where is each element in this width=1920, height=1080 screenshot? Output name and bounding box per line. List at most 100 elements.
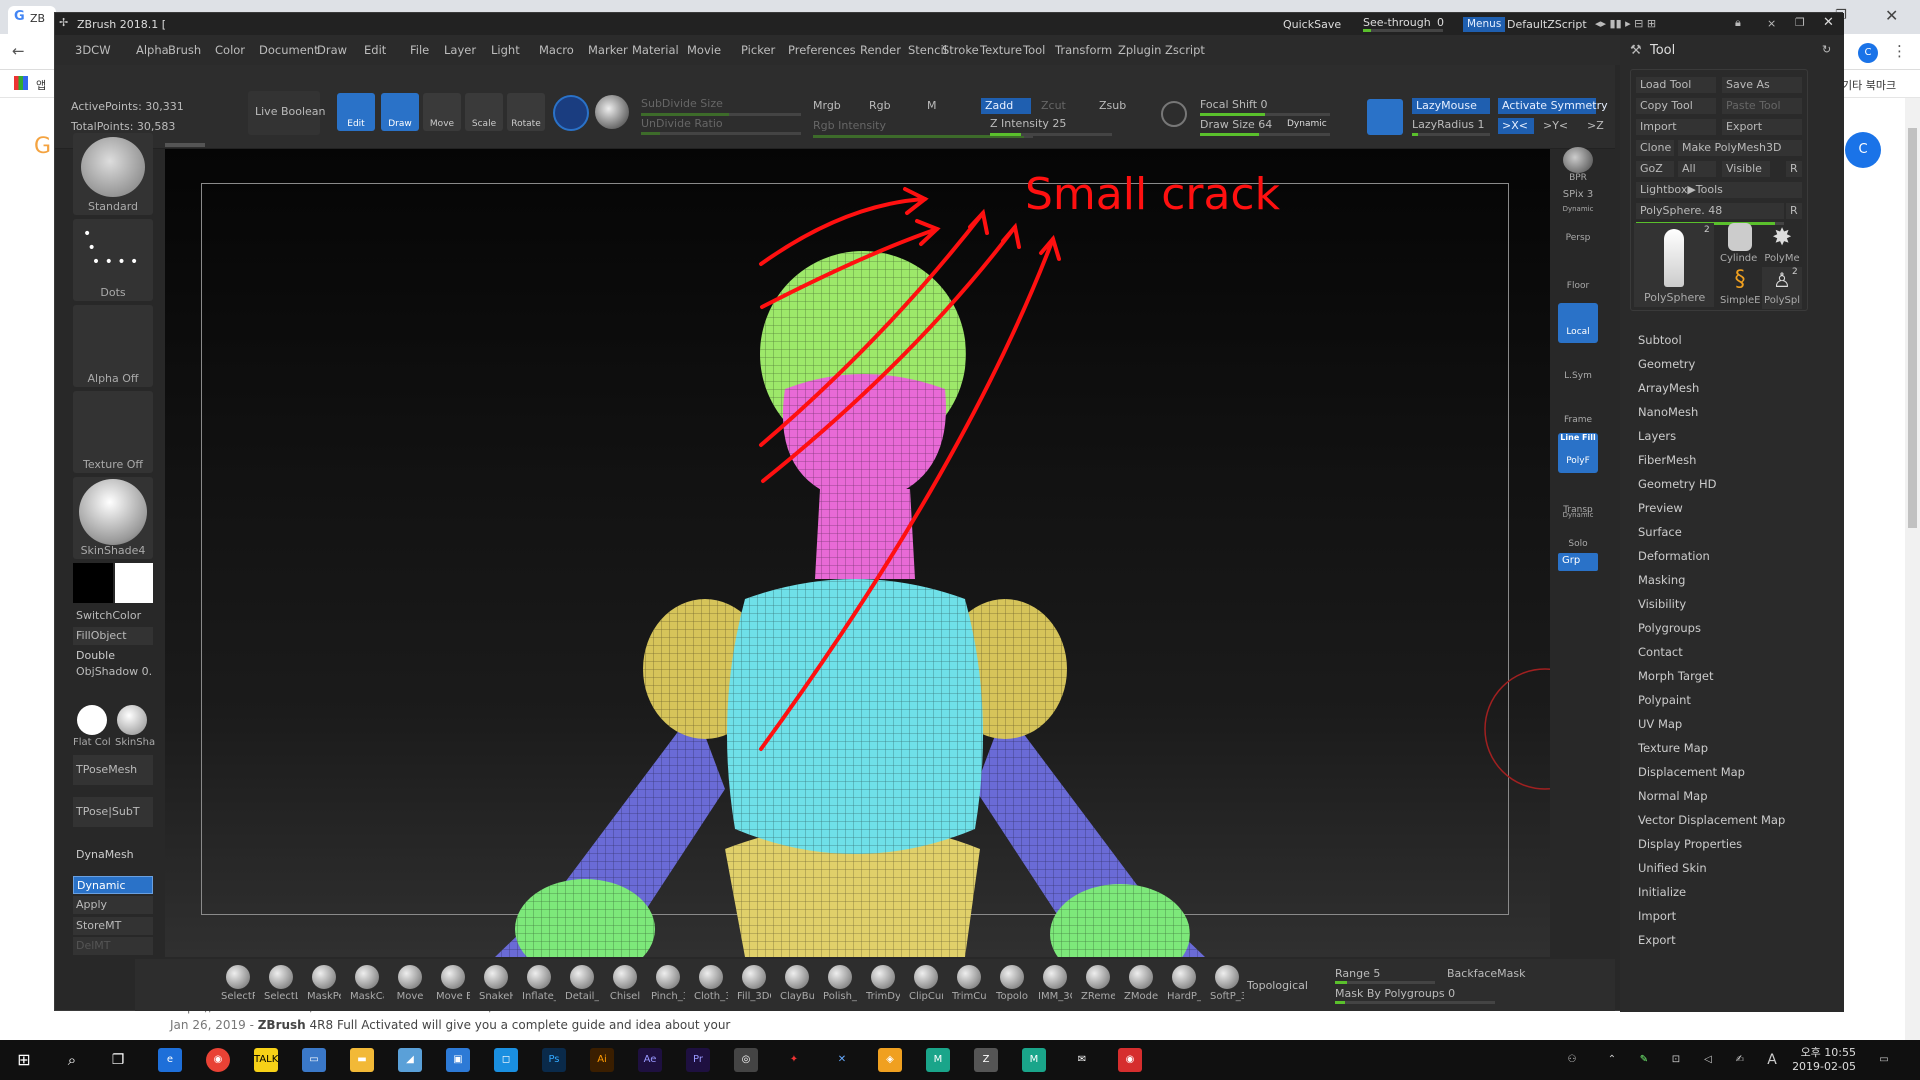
document-canvas[interactable]: Small crack: [165, 143, 1550, 957]
menu-alpha[interactable]: Alpha: [136, 43, 169, 57]
tool-btn-4-3[interactable]: R: [1786, 161, 1802, 177]
brush-zmodel[interactable]: ZModel: [1124, 965, 1158, 1009]
canvas-scroll-indicator[interactable]: [165, 143, 205, 147]
rgb-button[interactable]: Rgb: [869, 99, 891, 112]
layout-icons[interactable]: ◂▸ ▮▮ ▸ ⊟ ⊞: [1595, 17, 1656, 30]
scrollbar-thumb[interactable]: [1908, 128, 1917, 528]
texture-button[interactable]: Texture Off: [73, 391, 153, 473]
app-icon-8[interactable]: ◉: [1118, 1048, 1142, 1072]
seethrough-label[interactable]: See-through: [1363, 16, 1431, 29]
subpalette-initialize[interactable]: Initialize: [1638, 885, 1686, 899]
lazymouse-button[interactable]: LazyMouse: [1412, 98, 1490, 114]
subpalette-unified-skin[interactable]: Unified Skin: [1638, 861, 1707, 875]
side-avatar[interactable]: C: [1845, 132, 1881, 168]
mask-by-polygroups-track[interactable]: [1335, 1001, 1495, 1004]
subpalette-visibility[interactable]: Visibility: [1638, 597, 1686, 611]
mask-by-polygroups-slider[interactable]: Mask By Polygroups 0: [1335, 987, 1455, 1000]
task-view-icon[interactable]: ❐: [106, 1048, 130, 1072]
polysphere-thumb[interactable]: PolySphere 2: [1634, 223, 1714, 307]
menu-light[interactable]: Light: [491, 43, 520, 57]
kakaotalk-icon[interactable]: TALK: [254, 1048, 278, 1072]
scale-button[interactable]: Scale: [465, 93, 503, 131]
brush-fill-3dc[interactable]: Fill_3DC: [737, 965, 771, 1009]
subpalette-fibermesh[interactable]: FiberMesh: [1638, 453, 1696, 467]
subpalette-vector-displacement-map[interactable]: Vector Displacement Map: [1638, 813, 1785, 827]
menu-layer[interactable]: Layer: [444, 43, 476, 57]
volume-icon[interactable]: ◁: [1696, 1048, 1720, 1072]
subpalette-preview[interactable]: Preview: [1638, 501, 1683, 515]
dynamesh-button[interactable]: DynaMesh: [73, 841, 153, 869]
brush-trimcu[interactable]: TrimCu: [952, 965, 986, 1009]
bpr-button[interactable]: BPR: [1558, 147, 1598, 187]
undivide-slider[interactable]: [641, 132, 801, 135]
tool-btn-6-0[interactable]: PolySphere. 48: [1636, 203, 1784, 219]
lsym-button[interactable]: L.Sym: [1558, 347, 1598, 387]
seethrough-slider[interactable]: [1363, 29, 1443, 32]
delmt-button[interactable]: DelMT: [73, 937, 153, 955]
zcut-button[interactable]: Zcut: [1041, 99, 1066, 112]
menu-color[interactable]: Color: [215, 43, 245, 57]
menu-draw[interactable]: Draw: [317, 43, 347, 57]
symmetry-x-button[interactable]: >X<: [1498, 118, 1534, 134]
topological-toggle[interactable]: Topological: [1247, 979, 1308, 992]
brush-softp-3[interactable]: SoftP_3: [1210, 965, 1244, 1009]
standard-brush-button[interactable]: Standard: [73, 133, 153, 215]
profile-avatar[interactable]: C: [1858, 43, 1878, 63]
subpalette-masking[interactable]: Masking: [1638, 573, 1685, 587]
brush-topolo[interactable]: Topolo: [995, 965, 1029, 1009]
fillobject-button[interactable]: FillObject: [73, 627, 153, 645]
tool-btn-0-1[interactable]: Save As: [1722, 77, 1802, 93]
store-icon[interactable]: ▣: [446, 1048, 470, 1072]
menu-edit[interactable]: Edit: [364, 43, 386, 57]
brush-cloth-3[interactable]: Cloth_3: [694, 965, 728, 1009]
simplebrush-thumb[interactable]: § SimpleE: [1720, 267, 1760, 309]
network-icon[interactable]: ⊡: [1664, 1048, 1688, 1072]
tool-btn-2-0[interactable]: Import: [1636, 119, 1716, 135]
quicksave-button[interactable]: QuickSave: [1283, 18, 1341, 31]
dots-stroke-button[interactable]: • • • • • • Dots: [73, 219, 153, 301]
brush-claybui[interactable]: ClayBui: [780, 965, 814, 1009]
brush-maskpe[interactable]: MaskPe: [307, 965, 341, 1009]
spix-slider[interactable]: SPix 3: [1558, 189, 1598, 203]
menu-stroke[interactable]: Stroke: [942, 43, 979, 57]
more-menu-icon[interactable]: ⋮: [1892, 42, 1907, 60]
backfacemask-toggle[interactable]: BackfaceMask: [1447, 967, 1525, 980]
tool-btn-3-0[interactable]: Clone: [1636, 140, 1674, 156]
app-icon-1[interactable]: ▭: [302, 1048, 326, 1072]
menu-tool[interactable]: Tool: [1023, 43, 1045, 57]
symmetry-z-button[interactable]: >Z: [1587, 119, 1604, 132]
subpalette-layers[interactable]: Layers: [1638, 429, 1676, 443]
move-button[interactable]: Move: [423, 93, 461, 131]
switchcolor-button[interactable]: SwitchColor: [73, 607, 153, 625]
tool-btn-4-2[interactable]: Visible: [1722, 161, 1770, 177]
file-explorer-icon[interactable]: ▬: [350, 1048, 374, 1072]
draw-size-slider[interactable]: [1200, 133, 1330, 136]
edge-icon[interactable]: e: [158, 1048, 182, 1072]
polyf-button[interactable]: Line Fill PolyF: [1558, 433, 1598, 473]
tpose-subt-button[interactable]: TPose|SubT: [73, 797, 153, 827]
apps-grid-icon[interactable]: [14, 76, 28, 90]
minimize-icon[interactable]: ⨯: [1767, 17, 1776, 30]
back-arrow-icon[interactable]: ←: [12, 42, 25, 60]
subpalette-arraymesh[interactable]: ArrayMesh: [1638, 381, 1699, 395]
subpalette-display-properties[interactable]: Display Properties: [1638, 837, 1742, 851]
subpalette-uv-map[interactable]: UV Map: [1638, 717, 1682, 731]
page-scrollbar[interactable]: [1905, 98, 1920, 1040]
premiere-icon[interactable]: Pr: [686, 1048, 710, 1072]
menu-zscript[interactable]: Zscript: [1165, 43, 1205, 57]
brush-polish-[interactable]: Polish_: [823, 965, 857, 1009]
secondary-color-swatch[interactable]: [73, 563, 113, 603]
brush-chisel[interactable]: Chisel: [608, 965, 642, 1009]
alpha-button[interactable]: Alpha Off: [73, 305, 153, 387]
tool-btn-4-1[interactable]: All: [1678, 161, 1716, 177]
subpalette-nanomesh[interactable]: NanoMesh: [1638, 405, 1698, 419]
brush-size-icon[interactable]: [1161, 101, 1187, 127]
tool-btn-0-0[interactable]: Load Tool: [1636, 77, 1716, 93]
m-button[interactable]: M: [927, 99, 937, 112]
subpalette-geometry[interactable]: Geometry: [1638, 357, 1695, 371]
start-icon[interactable]: ⊞: [12, 1048, 36, 1072]
tool-btn-4-0[interactable]: GoZ: [1636, 161, 1674, 177]
subpalette-geometry-hd[interactable]: Geometry HD: [1638, 477, 1717, 491]
illustrator-icon[interactable]: Ai: [590, 1048, 614, 1072]
focal-shift[interactable]: Focal Shift 0: [1200, 98, 1268, 111]
